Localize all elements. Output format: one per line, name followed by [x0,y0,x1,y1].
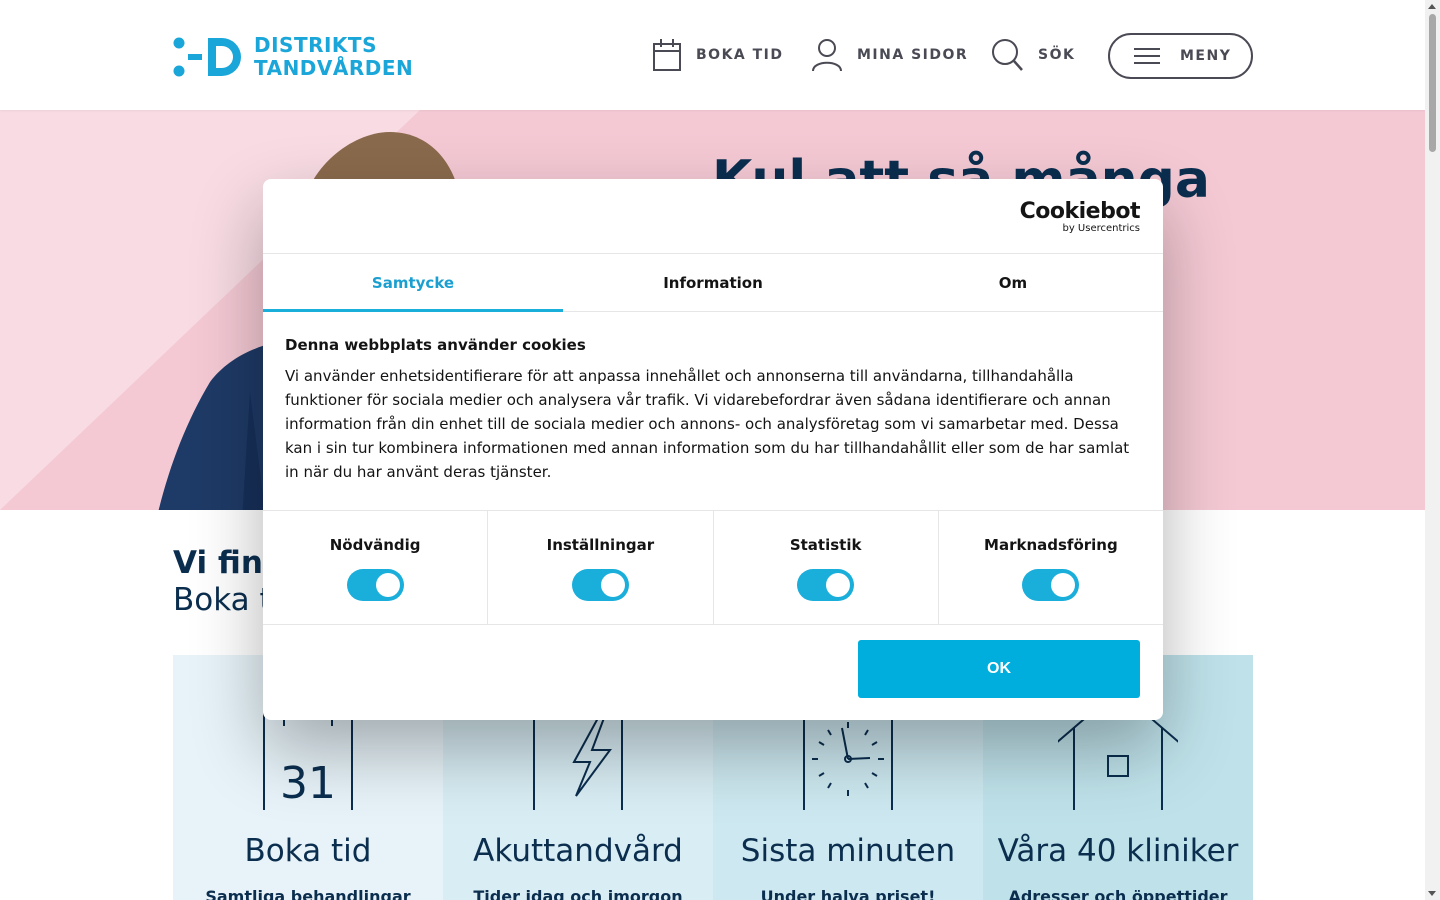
dialog-header: Cookiebot by Usercentrics [263,179,1163,254]
tab-about[interactable]: Om [863,254,1163,311]
dialog-body: Denna webbplats använder cookies Vi anvä… [263,312,1163,510]
toggle-statistics-switch[interactable] [797,569,855,601]
scrollbar-thumb[interactable] [1429,14,1436,152]
dialog-heading: Denna webbplats använder cookies [285,336,586,354]
switch-knob [375,573,400,597]
switch-knob [600,573,625,597]
toggle-marketing-label: Marknadsföring [984,536,1118,554]
dialog-description: Vi använder enhetsidentifierare för att … [285,367,1130,481]
switch-knob [1051,573,1076,597]
switch-knob [826,573,851,597]
dialog-tabs: Samtycke Information Om [263,254,1163,312]
scroll-down-arrow-icon[interactable] [1428,891,1436,896]
tab-information[interactable]: Information [563,254,863,311]
cookiebot-by: by Usercentrics [1062,223,1140,234]
toggle-preferences-switch[interactable] [571,569,629,601]
tab-consent[interactable]: Samtycke [263,254,563,312]
toggle-necessary-switch[interactable] [346,569,404,601]
cookie-consent-dialog: Cookiebot by Usercentrics Samtycke Infor… [263,179,1163,720]
toggle-statistics: Statistik [714,511,939,624]
cookiebot-logo[interactable]: Cookiebot by Usercentrics [1019,199,1141,235]
toggle-marketing: Marknadsföring [939,511,1163,624]
ok-button[interactable]: OK [858,640,1140,698]
toggle-necessary: Nödvändig [263,511,489,624]
toggle-necessary-label: Nödvändig [329,536,421,554]
toggle-preferences-label: Inställningar [546,536,655,554]
cookiebot-brand: Cookiebot [1019,199,1141,224]
consent-toggles: Nödvändig Inställningar Statistik Markna… [263,510,1163,625]
page-scrollbar[interactable] [1425,0,1440,900]
toggle-marketing-switch[interactable] [1022,569,1080,601]
toggle-statistics-label: Statistik [789,536,862,554]
toggle-preferences: Inställningar [488,511,714,624]
scroll-up-arrow-icon[interactable] [1428,4,1436,9]
